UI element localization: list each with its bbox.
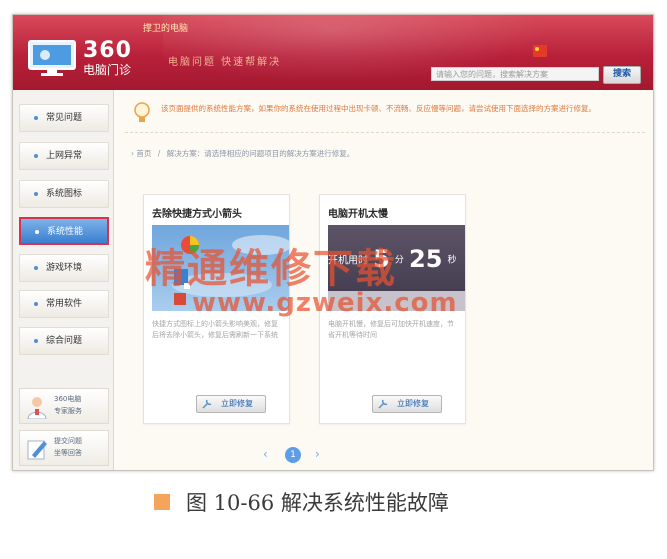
boot-second-unit: 秒 [447, 255, 457, 266]
sidebar-item-common-issues[interactable]: 常见问题 [19, 104, 109, 132]
card-description: 电脑开机慢，修复后可加快开机速度，节省开机等待时间 [328, 320, 454, 339]
fix-now-button[interactable]: 立即修复 [372, 395, 442, 413]
expert-line2: 专家服务 [54, 407, 82, 415]
sidebar-item-system-icons[interactable]: 系统图标 [19, 180, 109, 208]
tip-bar: 该页面提供的系统性能方案，如果你的系统在使用过程中出现卡顿、不流畅、反应慢等问题… [125, 98, 645, 133]
banner-slogan: 电脑问题 快速帮解决 [168, 57, 282, 68]
caption-marker [154, 494, 170, 510]
breadcrumb-arrow-icon: › [131, 149, 134, 158]
submit-question-button[interactable]: 提交问题 坐等回答 [19, 430, 109, 466]
pager-next-button[interactable]: › [315, 447, 320, 461]
search-button[interactable]: 搜索 [603, 66, 641, 84]
flag-icon [533, 45, 547, 57]
boot-seconds: 25 [409, 245, 443, 273]
sidebar-item-general-issues[interactable]: 综合问题 [19, 327, 109, 355]
breadcrumb-home[interactable]: 首页 [136, 149, 151, 158]
card-description: 快捷方式图标上的小箭头影响美观，修复后将去除小箭头，修复后需刷新一下系统 [152, 320, 278, 339]
fix-now-button[interactable]: 立即修复 [196, 395, 266, 413]
expert-service-button[interactable]: 360电脑 专家服务 [19, 388, 109, 424]
wrench-icon [202, 399, 212, 409]
logo-subtitle: 电脑门诊 [83, 63, 132, 77]
search-input[interactable]: 请输入您的问题，搜索解决方案 [431, 67, 599, 81]
sidebar-item-common-software[interactable]: 常用软件 [19, 290, 109, 318]
lightbulb-icon [134, 102, 150, 122]
doctor-icon [27, 397, 47, 419]
fix-now-label: 立即修复 [221, 399, 253, 408]
sidebar-item-game-environment[interactable]: 游戏环境 [19, 254, 109, 282]
feedback-line2: 坐等回答 [54, 449, 82, 457]
card-title: 电脑开机太慢 [328, 209, 388, 220]
fix-now-label: 立即修复 [397, 399, 429, 408]
guard-text: 撑卫的电脑 [143, 24, 189, 34]
computer-monitor-icon [28, 40, 76, 76]
wrench-icon [378, 399, 388, 409]
watermark-text: 精通维修下载 [145, 245, 397, 292]
pagination: ‹ 1 › [263, 447, 333, 463]
sidebar-item-system-performance[interactable]: 系统性能 [19, 217, 109, 245]
header-banner: 撑卫的电脑 360 电脑门诊 电脑问题 快速帮解决 请输入您的问题，搜索解决方案… [13, 15, 653, 90]
expert-line1: 360电脑 [54, 395, 82, 403]
tip-text: 该页面提供的系统性能方案，如果你的系统在使用过程中出现卡顿、不流畅、反应慢等问题… [161, 104, 596, 113]
logo-number: 360 [83, 38, 132, 63]
sidebar: 常见问题 上网异常 系统图标 系统性能 游戏环境 常用软件 综合问题 360电脑… [13, 90, 114, 470]
feedback-line1: 提交问题 [54, 437, 82, 445]
pencil-note-icon [27, 440, 47, 460]
figure-caption: 图 10-66 解决系统性能故障 [186, 491, 449, 515]
pager-current-page[interactable]: 1 [285, 447, 301, 463]
card-title: 去除快捷方式小箭头 [152, 209, 242, 220]
breadcrumb-separator: / [157, 149, 161, 158]
breadcrumb: › 首页 / 解决方案：请选择相应的问题项目的解决方案进行修复。 [131, 148, 354, 159]
pager-prev-button[interactable]: ‹ [263, 447, 268, 461]
app-logo: 360 电脑门诊 [83, 40, 132, 78]
breadcrumb-current: 解决方案：请选择相应的问题项目的解决方案进行修复。 [166, 149, 355, 158]
sidebar-item-network[interactable]: 上网异常 [19, 142, 109, 170]
watermark-url: www.gzweix.com [192, 288, 458, 318]
